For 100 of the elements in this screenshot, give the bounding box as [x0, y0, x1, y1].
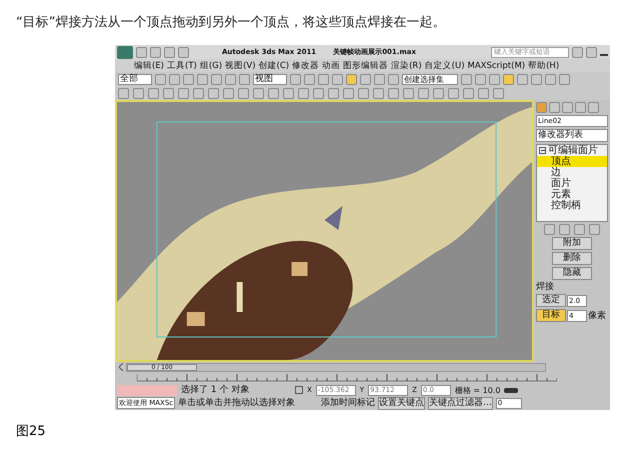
tool-icon[interactable] — [193, 88, 204, 98]
tool-icon[interactable] — [239, 74, 250, 84]
tool-icon[interactable] — [343, 88, 354, 98]
weld-group-label: 焊接 — [536, 282, 555, 292]
menu-item[interactable]: 图形编辑器 — [342, 60, 390, 72]
sub-object-item[interactable]: 元素 — [537, 189, 607, 200]
modifier-list-dropdown[interactable]: 修改器列表 — [536, 129, 608, 142]
tool-icon[interactable] — [313, 88, 324, 98]
tool-icon[interactable] — [531, 74, 542, 84]
menu-item[interactable]: 编辑(E) — [133, 60, 166, 72]
tool-icon[interactable] — [164, 46, 175, 58]
tool-icon[interactable] — [133, 88, 144, 98]
tool-icon[interactable] — [148, 88, 159, 98]
sub-object-item[interactable]: 控制柄 — [537, 200, 607, 211]
panel-button[interactable]: 删除 — [552, 252, 592, 265]
tool-icon[interactable] — [478, 88, 489, 98]
tool-icon[interactable] — [290, 74, 301, 84]
app-logo-icon[interactable] — [117, 46, 133, 58]
panel-button[interactable]: 附加 — [552, 237, 592, 250]
tool-icon[interactable] — [183, 74, 194, 84]
tool-icon[interactable] — [517, 74, 528, 84]
tool-icon[interactable] — [178, 88, 189, 98]
stack-item[interactable]: 可编辑面片 — [548, 145, 598, 156]
tool-icon[interactable] — [283, 88, 294, 98]
tool-icon[interactable] — [178, 46, 189, 58]
tool-icon[interactable] — [433, 88, 444, 98]
tool-icon[interactable] — [588, 102, 599, 113]
tool-icon[interactable] — [136, 46, 147, 58]
menu-item[interactable]: 自定义(U) — [424, 60, 466, 72]
tool-icon[interactable] — [208, 88, 219, 98]
weld-button[interactable]: 选定 — [536, 294, 566, 307]
tool-icon[interactable] — [586, 46, 597, 58]
menu-item[interactable]: 创建(C) — [258, 60, 290, 72]
menu-item[interactable]: MAXScript(M) — [466, 60, 526, 72]
weld-button[interactable]: 目标 — [536, 309, 566, 322]
set-key-button[interactable]: 设置关键点 — [378, 396, 426, 410]
sub-object-item[interactable]: 边 — [537, 167, 607, 178]
tool-icon[interactable] — [304, 74, 315, 84]
expand-icon[interactable] — [539, 147, 546, 154]
tool-icon[interactable] — [562, 102, 573, 113]
tool-icon[interactable] — [575, 102, 586, 113]
tool-icon[interactable] — [332, 74, 343, 84]
tool-icon[interactable] — [118, 88, 129, 98]
gizmo-icon[interactable] — [324, 206, 342, 230]
menu-item[interactable]: 渲染(R) — [390, 60, 423, 72]
tool-icon[interactable] — [559, 224, 570, 235]
tool-icon[interactable] — [448, 88, 459, 98]
tool-icon[interactable] — [549, 102, 560, 113]
sub-object-item[interactable]: 顶点 — [537, 156, 607, 167]
script-listener-field[interactable] — [117, 384, 177, 396]
tool-icon[interactable] — [318, 74, 329, 84]
tool-icon[interactable] — [197, 74, 208, 84]
tool-icon[interactable] — [360, 74, 371, 84]
tool-icon[interactable] — [169, 74, 180, 84]
panel-button[interactable]: 隐藏 — [552, 267, 592, 280]
tool-icon[interactable] — [545, 74, 556, 84]
tool-icon[interactable] — [268, 88, 279, 98]
menu-item[interactable]: 修改器 — [291, 60, 320, 72]
selection-filter-dropdown[interactable]: 全部 — [118, 74, 152, 84]
reference-coordinate-dropdown[interactable]: 视图 — [253, 74, 287, 84]
tool-icon[interactable] — [574, 224, 585, 235]
tool-icon[interactable] — [373, 88, 384, 98]
tool-icon[interactable] — [503, 74, 514, 84]
key-filters-button[interactable]: 关键点过滤器... — [428, 396, 493, 410]
tool-icon[interactable] — [403, 88, 414, 98]
tool-icon[interactable] — [328, 88, 339, 98]
timeline-ruler[interactable] — [137, 372, 557, 382]
tool-icon[interactable] — [150, 46, 161, 58]
tool-icon[interactable] — [559, 74, 570, 84]
tool-icon[interactable] — [463, 88, 474, 98]
tool-icon[interactable] — [418, 88, 429, 98]
tool-icon[interactable] — [358, 88, 369, 98]
named-selection-dropdown[interactable]: 创建选择集 — [402, 74, 458, 84]
tool-icon[interactable] — [225, 74, 236, 84]
tool-icon[interactable] — [155, 74, 166, 84]
menu-item[interactable]: 组(G) — [198, 60, 224, 72]
tool-icon[interactable] — [163, 88, 174, 98]
sub-object-item[interactable]: 面片 — [537, 178, 607, 189]
tool-icon[interactable] — [211, 74, 222, 84]
tool-icon[interactable] — [238, 88, 249, 98]
tool-icon[interactable] — [388, 88, 399, 98]
tool-icon[interactable] — [374, 74, 385, 84]
menu-item[interactable]: 动画 — [321, 60, 342, 72]
menu-item[interactable]: 工具(T) — [166, 60, 198, 72]
tool-icon[interactable] — [475, 74, 486, 84]
tool-icon[interactable] — [346, 74, 357, 84]
tool-icon[interactable] — [388, 74, 399, 84]
tool-icon[interactable] — [461, 74, 472, 84]
tool-icon[interactable] — [493, 88, 504, 98]
menu-item[interactable]: 帮助(H) — [527, 60, 560, 72]
tool-icon[interactable] — [536, 102, 547, 113]
tool-icon[interactable] — [223, 88, 234, 98]
time-tag-label[interactable]: 添加时间标记 — [321, 398, 376, 408]
tool-icon[interactable] — [572, 46, 583, 58]
tool-icon[interactable] — [489, 74, 500, 84]
tool-icon[interactable] — [298, 88, 309, 98]
tool-icon[interactable] — [544, 224, 555, 235]
tool-icon[interactable] — [253, 88, 264, 98]
menu-item[interactable]: 视图(V) — [224, 60, 257, 72]
tool-icon[interactable] — [589, 224, 600, 235]
